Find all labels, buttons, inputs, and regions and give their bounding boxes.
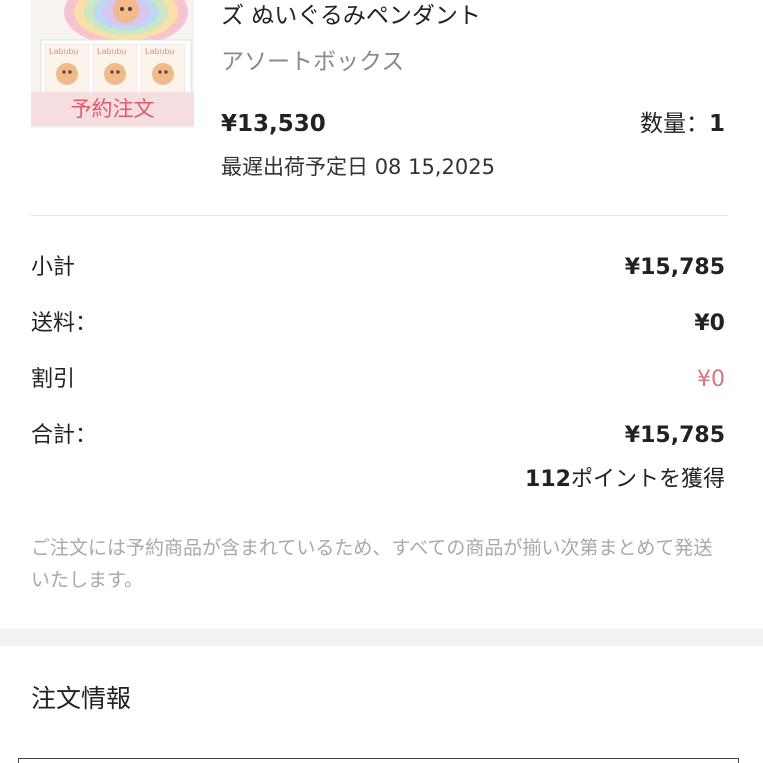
svg-text:Labubu: Labubu xyxy=(49,47,79,56)
discount-value: ¥0 xyxy=(697,367,725,392)
product-price: ¥13,530 xyxy=(221,111,326,137)
total-value: ¥15,785 xyxy=(624,423,725,448)
order-info-title: 注文情報 xyxy=(31,684,132,713)
ship-date-label: 最遅出荷予定日 xyxy=(221,155,368,179)
divider xyxy=(31,215,727,216)
order-info-card xyxy=(18,758,739,763)
product-variant: アソートボックス xyxy=(221,49,405,75)
shipping-label: 送料： xyxy=(31,311,98,336)
ship-date-value: 08 15,2025 xyxy=(374,155,495,179)
svg-text:Labubu: Labubu xyxy=(145,47,175,56)
preorder-shipping-notice: ご注文には予約商品が含まれているため、すべての商品が揃い次第まとめて発送いたしま… xyxy=(31,537,713,591)
quantity-value: 1 xyxy=(708,111,725,137)
subtotal-label: 小計 xyxy=(31,255,76,280)
points-earned: 112ポイントを獲得 xyxy=(525,464,725,496)
section-separator xyxy=(0,629,763,646)
order-confirmation-page: Labubu Labubu Labubu 予約注文 ズ ぬいぐるみペンダント ア… xyxy=(0,0,763,763)
svg-text:Labubu: Labubu xyxy=(97,47,127,56)
discount-label: 割引 xyxy=(31,367,76,392)
product-quantity: 数量：1 xyxy=(640,108,725,140)
product-image[interactable]: Labubu Labubu Labubu 予約注文 xyxy=(31,0,194,128)
latest-ship-date: 最遅出荷予定日 08 15,2025 xyxy=(221,151,495,183)
points-value: 112 xyxy=(525,467,571,492)
product-name[interactable]: ズ ぬいぐるみペンダント xyxy=(221,0,481,32)
quantity-label: 数量： xyxy=(639,111,709,137)
total-label: 合計： xyxy=(31,423,98,448)
subtotal-value: ¥15,785 xyxy=(624,255,725,280)
preorder-badge: 予約注文 xyxy=(31,92,194,126)
shipping-value: ¥0 xyxy=(694,311,725,336)
points-text: ポイントを獲得 xyxy=(570,467,725,492)
